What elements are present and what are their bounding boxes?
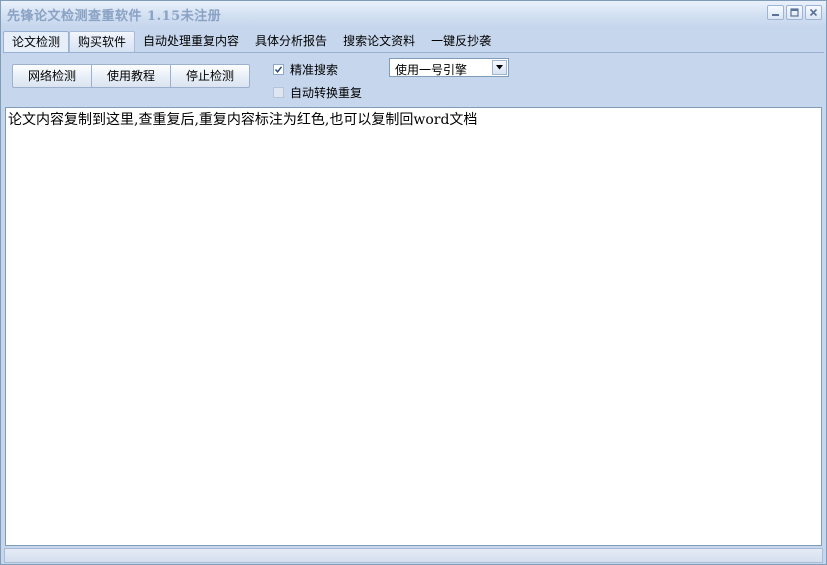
close-button[interactable] — [805, 5, 822, 20]
check-icon — [274, 66, 283, 73]
precise-search-label: 精准搜索 — [290, 63, 339, 77]
maximize-icon — [790, 8, 799, 17]
engine-select[interactable]: 使用一号引擎 — [389, 58, 509, 77]
app-window: 先锋论文检测查重软件 1.15未注册 论文检测 购买软件 自动处理重复内容 具体… — [0, 0, 827, 565]
network-check-button[interactable]: 网络检测 — [12, 64, 92, 88]
tab-anti-plagiarism[interactable]: 一键反抄袭 — [423, 31, 499, 52]
paper-check-panel: 网络检测 使用教程 停止检测 精准搜索 自动转换重复 使用一号引擎 论文内容复制… — [3, 52, 824, 547]
auto-convert-repeat-checkbox[interactable] — [273, 87, 284, 98]
chevron-down-icon — [496, 65, 503, 70]
paper-content-textarea[interactable]: 论文内容复制到这里,查重复后,重复内容标注为红色,也可以复制回word文档 — [5, 107, 822, 546]
window-controls — [767, 5, 822, 20]
precise-search-option[interactable]: 精准搜索 — [273, 61, 338, 78]
minimize-icon — [772, 14, 779, 16]
precise-search-checkbox[interactable] — [273, 64, 284, 75]
tab-auto-process-duplicates[interactable]: 自动处理重复内容 — [135, 31, 247, 52]
tab-buy-software[interactable]: 购买软件 — [69, 31, 136, 52]
title-bar[interactable]: 先锋论文检测查重软件 1.15未注册 — [1, 1, 826, 27]
status-bar — [4, 548, 823, 563]
engine-select-dropdown-button[interactable] — [492, 60, 507, 75]
maximize-button[interactable] — [786, 5, 803, 20]
main-tabs: 论文检测 购买软件 自动处理重复内容 具体分析报告 搜索论文资料 一键反抄袭 — [3, 31, 499, 53]
action-toolbar: 网络检测 使用教程 停止检测 — [12, 64, 250, 88]
tab-analysis-report[interactable]: 具体分析报告 — [247, 31, 335, 52]
stop-check-button[interactable]: 停止检测 — [170, 64, 250, 88]
tutorial-button[interactable]: 使用教程 — [91, 64, 171, 88]
window-title: 先锋论文检测查重软件 1.15未注册 — [7, 9, 222, 24]
auto-convert-repeat-label: 自动转换重复 — [290, 86, 363, 100]
engine-select-value: 使用一号引擎 — [395, 63, 468, 77]
tab-search-papers[interactable]: 搜索论文资料 — [335, 31, 423, 52]
close-icon — [809, 8, 818, 17]
minimize-button[interactable] — [767, 5, 784, 20]
tab-paper-check[interactable]: 论文检测 — [3, 31, 70, 53]
auto-convert-repeat-option[interactable]: 自动转换重复 — [273, 84, 362, 101]
